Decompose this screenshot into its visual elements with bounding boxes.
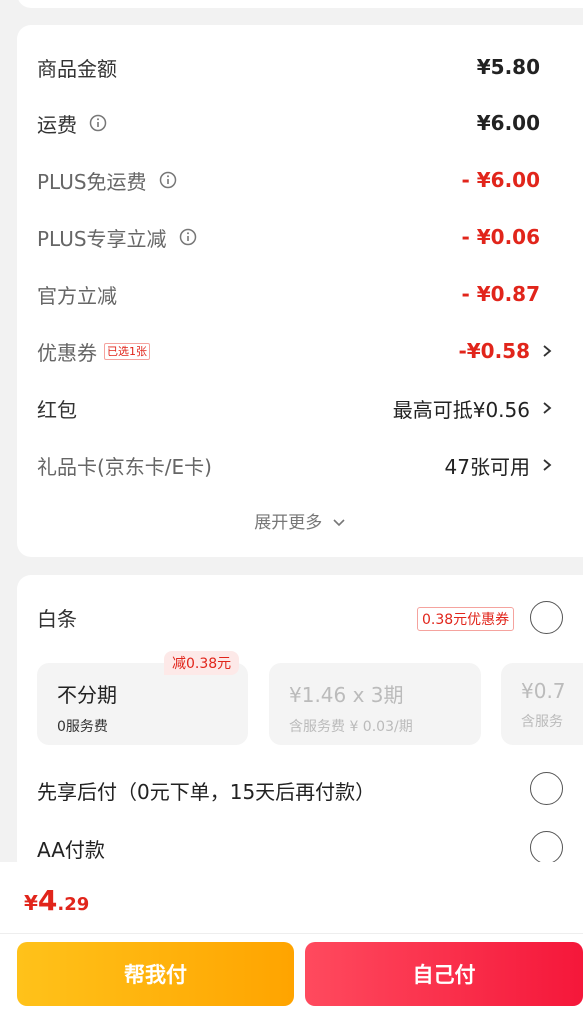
row-official-discount: 官方立减 - ¥0.87 bbox=[37, 274, 540, 314]
goods-amount-value: ¥5.80 bbox=[476, 55, 540, 79]
plus-discount-label: PLUS专享立减 bbox=[37, 226, 167, 251]
order-summary-card: 商品金额 ¥5.80 运费 ¥6.00 PLUS免运费 - ¥6.00 PLUS… bbox=[17, 25, 583, 557]
row-coupon[interactable]: 优惠券 已选1张 -¥0.58 bbox=[37, 331, 552, 371]
baitiao-label: 白条 bbox=[37, 607, 77, 631]
plan-discount-tag: 减0.38元 bbox=[164, 651, 240, 675]
aa-pay-label: AA付款 bbox=[37, 838, 105, 862]
red-packet-value: 最高可抵¥0.56 bbox=[392, 397, 530, 422]
coupon-selected-badge: 已选1张 bbox=[104, 342, 150, 360]
chevron-right-icon bbox=[543, 459, 552, 471]
plan-title: ¥1.46 x 3期 bbox=[289, 683, 404, 707]
shipping-value: ¥6.00 bbox=[476, 111, 540, 135]
help-pay-button[interactable]: 帮我付 bbox=[17, 942, 294, 1006]
plan-subtitle: 含服务费 ¥ 0.03/期 bbox=[289, 719, 413, 735]
previous-card-edge bbox=[17, 0, 583, 8]
coupon-value: -¥0.58 bbox=[458, 339, 530, 363]
official-discount-label: 官方立减 bbox=[37, 283, 117, 308]
chevron-right-icon bbox=[543, 345, 552, 357]
coupon-label: 优惠券 bbox=[37, 340, 97, 365]
row-plus-discount: PLUS专享立减 - ¥0.06 bbox=[37, 217, 540, 257]
row-red-packet[interactable]: 红包 最高可抵¥0.56 bbox=[37, 388, 552, 428]
info-icon[interactable] bbox=[89, 114, 107, 132]
pay-later-label: 先享后付（0元下单，15天后再付款） bbox=[37, 780, 376, 804]
plan-title: 不分期 bbox=[57, 683, 117, 707]
plus-free-shipping-value: - ¥6.00 bbox=[461, 168, 540, 192]
gift-card-value: 47张可用 bbox=[444, 454, 530, 479]
plus-discount-value: - ¥0.06 bbox=[461, 225, 540, 249]
row-gift-card[interactable]: 礼品卡(京东卡/E卡) 47张可用 bbox=[37, 445, 552, 485]
payment-card: 白条 0.38元优惠券 不分期 0服务费 减0.38元 ¥1.46 x 3期 含… bbox=[17, 575, 583, 875]
plan-subtitle: 0服务费 bbox=[57, 719, 108, 735]
shipping-label: 运费 bbox=[37, 112, 77, 137]
pay-later-radio[interactable] bbox=[530, 772, 563, 805]
aa-pay-radio[interactable] bbox=[530, 831, 563, 864]
red-packet-label: 红包 bbox=[37, 397, 77, 422]
gift-card-label: 礼品卡(京东卡/E卡) bbox=[37, 454, 212, 479]
baitiao-radio[interactable] bbox=[530, 601, 563, 634]
info-icon[interactable] bbox=[179, 228, 197, 246]
total-integer: 4 bbox=[37, 884, 58, 917]
baitiao-coupon-tag: 0.38元优惠券 bbox=[417, 607, 515, 631]
expand-more-label: 展开更多 bbox=[254, 513, 323, 533]
plan-3-installments[interactable]: ¥1.46 x 3期 含服务费 ¥ 0.03/期 bbox=[269, 663, 481, 745]
chevron-right-icon bbox=[543, 402, 552, 414]
total-decimal: .29 bbox=[57, 894, 90, 915]
expand-more-button[interactable]: 展开更多 bbox=[17, 508, 583, 533]
total-price: ¥4.29 bbox=[24, 884, 89, 917]
plus-free-shipping-label: PLUS免运费 bbox=[37, 169, 147, 194]
plan-title: ¥0.7 bbox=[521, 679, 566, 703]
row-shipping: 运费 ¥6.00 bbox=[37, 103, 540, 143]
goods-amount-label: 商品金额 bbox=[37, 56, 117, 81]
currency-symbol: ¥ bbox=[24, 891, 38, 915]
divider bbox=[0, 933, 583, 934]
plan-no-installment[interactable]: 不分期 0服务费 bbox=[37, 663, 248, 745]
plan-more-installments[interactable]: ¥0.7 含服务 bbox=[501, 663, 583, 745]
row-plus-free-shipping: PLUS免运费 - ¥6.00 bbox=[37, 160, 540, 200]
self-pay-button[interactable]: 自己付 bbox=[305, 942, 583, 1006]
info-icon[interactable] bbox=[159, 171, 177, 189]
official-discount-value: - ¥0.87 bbox=[461, 282, 540, 306]
plan-subtitle: 含服务 bbox=[521, 714, 563, 730]
row-goods-amount: 商品金额 ¥5.80 bbox=[37, 47, 540, 87]
chevron-down-icon bbox=[333, 519, 345, 527]
